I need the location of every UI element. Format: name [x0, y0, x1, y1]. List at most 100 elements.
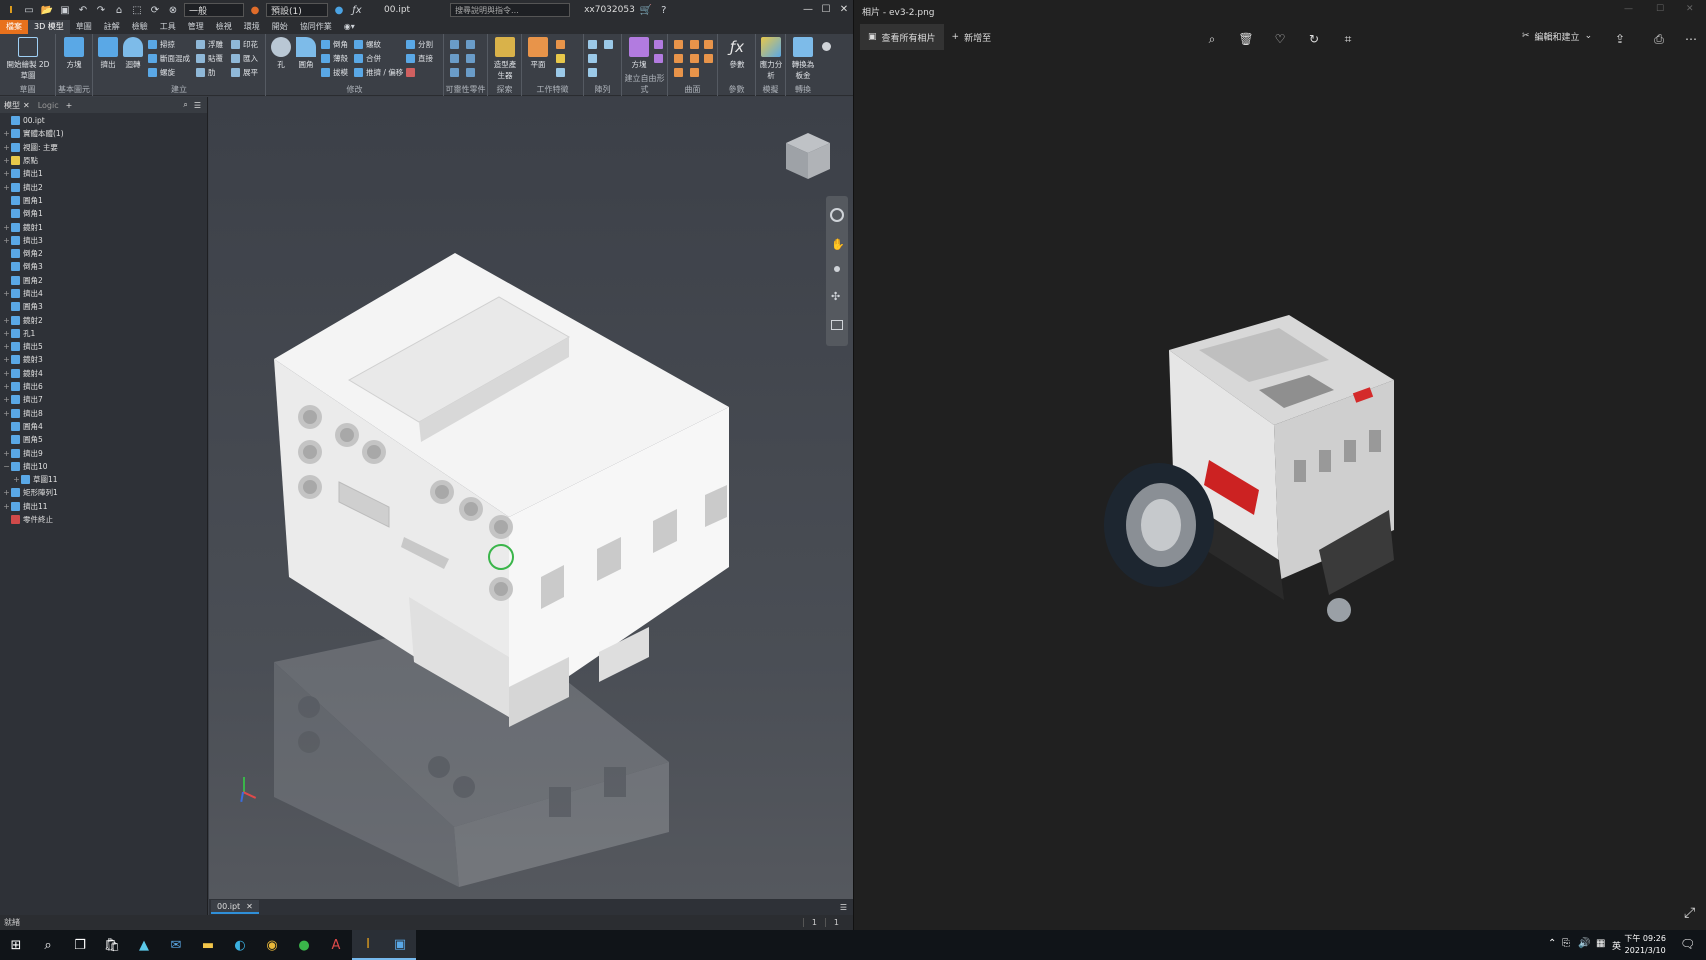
minimize-icon[interactable]: —: [1624, 4, 1633, 14]
parameters-button[interactable]: ƒx 參數: [724, 37, 750, 70]
tree-item[interactable]: − 擠出10: [2, 460, 205, 473]
zoom-in-icon[interactable]: ⌕: [1203, 30, 1221, 48]
line-icon[interactable]: ●: [288, 930, 320, 960]
search-icon[interactable]: ⌕: [183, 100, 187, 110]
surface-tool-3[interactable]: [704, 38, 716, 50]
store-icon[interactable]: 🛍: [96, 930, 128, 960]
tree-item[interactable]: 00.ipt: [2, 114, 205, 127]
search-icon[interactable]: ⌕: [32, 930, 64, 960]
tree-expander-icon[interactable]: +: [2, 129, 11, 138]
press-pull-button[interactable]: 推擠 / 偏移: [354, 66, 403, 78]
mail-icon[interactable]: ✉: [160, 930, 192, 960]
doc-tab-00[interactable]: 00.ipt ✕: [211, 900, 259, 914]
tree-expander-icon[interactable]: +: [2, 488, 11, 497]
maximize-icon[interactable]: ☐: [818, 2, 834, 18]
surface-tool-4[interactable]: [674, 52, 686, 64]
color-icon[interactable]: ●: [332, 3, 346, 17]
tree-item[interactable]: + 鏡射4: [2, 367, 205, 380]
menu-icon[interactable]: ☰: [194, 101, 201, 110]
freeform-tool-button[interactable]: [654, 38, 666, 50]
appearance-dropdown[interactable]: 預設(1): [266, 3, 328, 17]
tree-expander-icon[interactable]: −: [2, 462, 11, 471]
home-icon[interactable]: ⌂: [112, 3, 126, 17]
file-explorer-icon[interactable]: ▬: [192, 930, 224, 960]
browser-tab-model[interactable]: 模型 ✕: [0, 100, 34, 111]
tree-item[interactable]: 零件終止: [2, 513, 205, 526]
tree-expander-icon[interactable]: +: [2, 409, 11, 418]
tree-item[interactable]: + 鏡射3: [2, 353, 205, 366]
start-2d-sketch-button[interactable]: 開始繪製 2D 草圖: [5, 37, 51, 81]
close-icon[interactable]: ✕: [1686, 4, 1694, 14]
more-icon[interactable]: ⋯: [1682, 30, 1700, 48]
minimize-icon[interactable]: —: [800, 2, 816, 18]
delete-icon[interactable]: 🗑: [1237, 30, 1255, 48]
close-icon[interactable]: ✕: [23, 101, 30, 110]
thread-button[interactable]: 螺紋: [354, 38, 381, 50]
tab-file[interactable]: 檔案: [0, 20, 28, 34]
box-primitive-button[interactable]: 方塊: [61, 37, 87, 70]
tree-expander-icon[interactable]: +: [12, 475, 21, 484]
plus-icon[interactable]: +: [66, 101, 73, 110]
print-icon[interactable]: ⎙: [1650, 30, 1668, 48]
tree-expander-icon[interactable]: +: [2, 183, 11, 192]
tree-item[interactable]: + 鏡射1: [2, 220, 205, 233]
crop-icon[interactable]: ⌗: [1339, 30, 1357, 48]
tree-item[interactable]: + 擠出7: [2, 393, 205, 406]
tree-item[interactable]: + 原點: [2, 154, 205, 167]
tab-inspect[interactable]: 檢驗: [126, 20, 154, 34]
tree-item[interactable]: + 擠出1: [2, 167, 205, 180]
fusion-tool-2[interactable]: [466, 38, 478, 50]
tree-expander-icon[interactable]: +: [2, 342, 11, 351]
tree-expander-icon[interactable]: +: [2, 289, 11, 298]
notifications-icon[interactable]: 🗨: [1680, 937, 1695, 951]
extrude-button[interactable]: 擠出: [95, 37, 121, 70]
redo-icon[interactable]: ↷: [94, 3, 108, 17]
orbit-icon[interactable]: ✣: [831, 290, 840, 303]
graphics-viewport[interactable]: [209, 97, 853, 899]
tree-expander-icon[interactable]: +: [2, 169, 11, 178]
direct-button[interactable]: 直接: [406, 52, 433, 64]
chamfer-button[interactable]: 倒角: [321, 38, 348, 50]
split-button[interactable]: 分割: [406, 38, 433, 50]
tree-item[interactable]: + 擠出5: [2, 340, 205, 353]
fusion-tool-6[interactable]: [466, 66, 478, 78]
appearance-icon[interactable]: ●: [248, 3, 262, 17]
loft-button[interactable]: 斷面混成: [148, 52, 190, 64]
tree-item[interactable]: + 實體本體(1): [2, 127, 205, 140]
tree-item[interactable]: + 鏡射2: [2, 313, 205, 326]
view-all-photos-button[interactable]: ▣ 查看所有相片: [860, 24, 944, 50]
tree-expander-icon[interactable]: +: [2, 449, 11, 458]
cart-icon[interactable]: 🛒: [639, 3, 653, 17]
help-search-input[interactable]: 搜尋說明與指令...: [450, 3, 571, 17]
tree-item[interactable]: 倒角3: [2, 260, 205, 273]
surface-tool-8[interactable]: [690, 66, 702, 78]
tree-item[interactable]: + 草圖11: [2, 473, 205, 486]
zoom-icon[interactable]: [834, 266, 840, 272]
favorite-icon[interactable]: ♡: [1271, 30, 1289, 48]
tree-item[interactable]: 倒角2: [2, 247, 205, 260]
network-icon[interactable]: ▦: [1596, 938, 1605, 949]
fusion-tool-4[interactable]: [466, 52, 478, 64]
tree-expander-icon[interactable]: +: [2, 355, 11, 364]
chrome-icon[interactable]: ◉: [256, 930, 288, 960]
tab-manage[interactable]: 管理: [182, 20, 210, 34]
fillet-button[interactable]: 圓角: [293, 37, 319, 70]
point-button[interactable]: [556, 52, 568, 64]
surface-tool-5[interactable]: [690, 52, 702, 64]
tree-expander-icon[interactable]: +: [2, 502, 11, 511]
fx-icon[interactable]: ƒx: [350, 3, 364, 17]
freeform-box-button[interactable]: 方塊: [626, 37, 652, 70]
tree-item[interactable]: + 視圖: 主要: [2, 141, 205, 154]
import-button[interactable]: 匯入: [231, 52, 258, 64]
revolve-button[interactable]: 迴轉: [120, 37, 146, 70]
tray-chevron-icon[interactable]: ⌃: [1548, 938, 1556, 949]
material-dropdown[interactable]: 一般: [184, 3, 244, 17]
shell-button[interactable]: 薄殼: [321, 52, 348, 64]
save-icon[interactable]: ▣: [58, 3, 72, 17]
volume-icon[interactable]: 🔊: [1578, 938, 1590, 949]
tab-get-started[interactable]: 開始: [266, 20, 294, 34]
tree-item[interactable]: + 孔1: [2, 327, 205, 340]
tree-expander-icon[interactable]: +: [2, 236, 11, 245]
shape-generator-button[interactable]: 造型產生器: [492, 37, 518, 81]
fusion-tool-3[interactable]: [450, 52, 462, 64]
